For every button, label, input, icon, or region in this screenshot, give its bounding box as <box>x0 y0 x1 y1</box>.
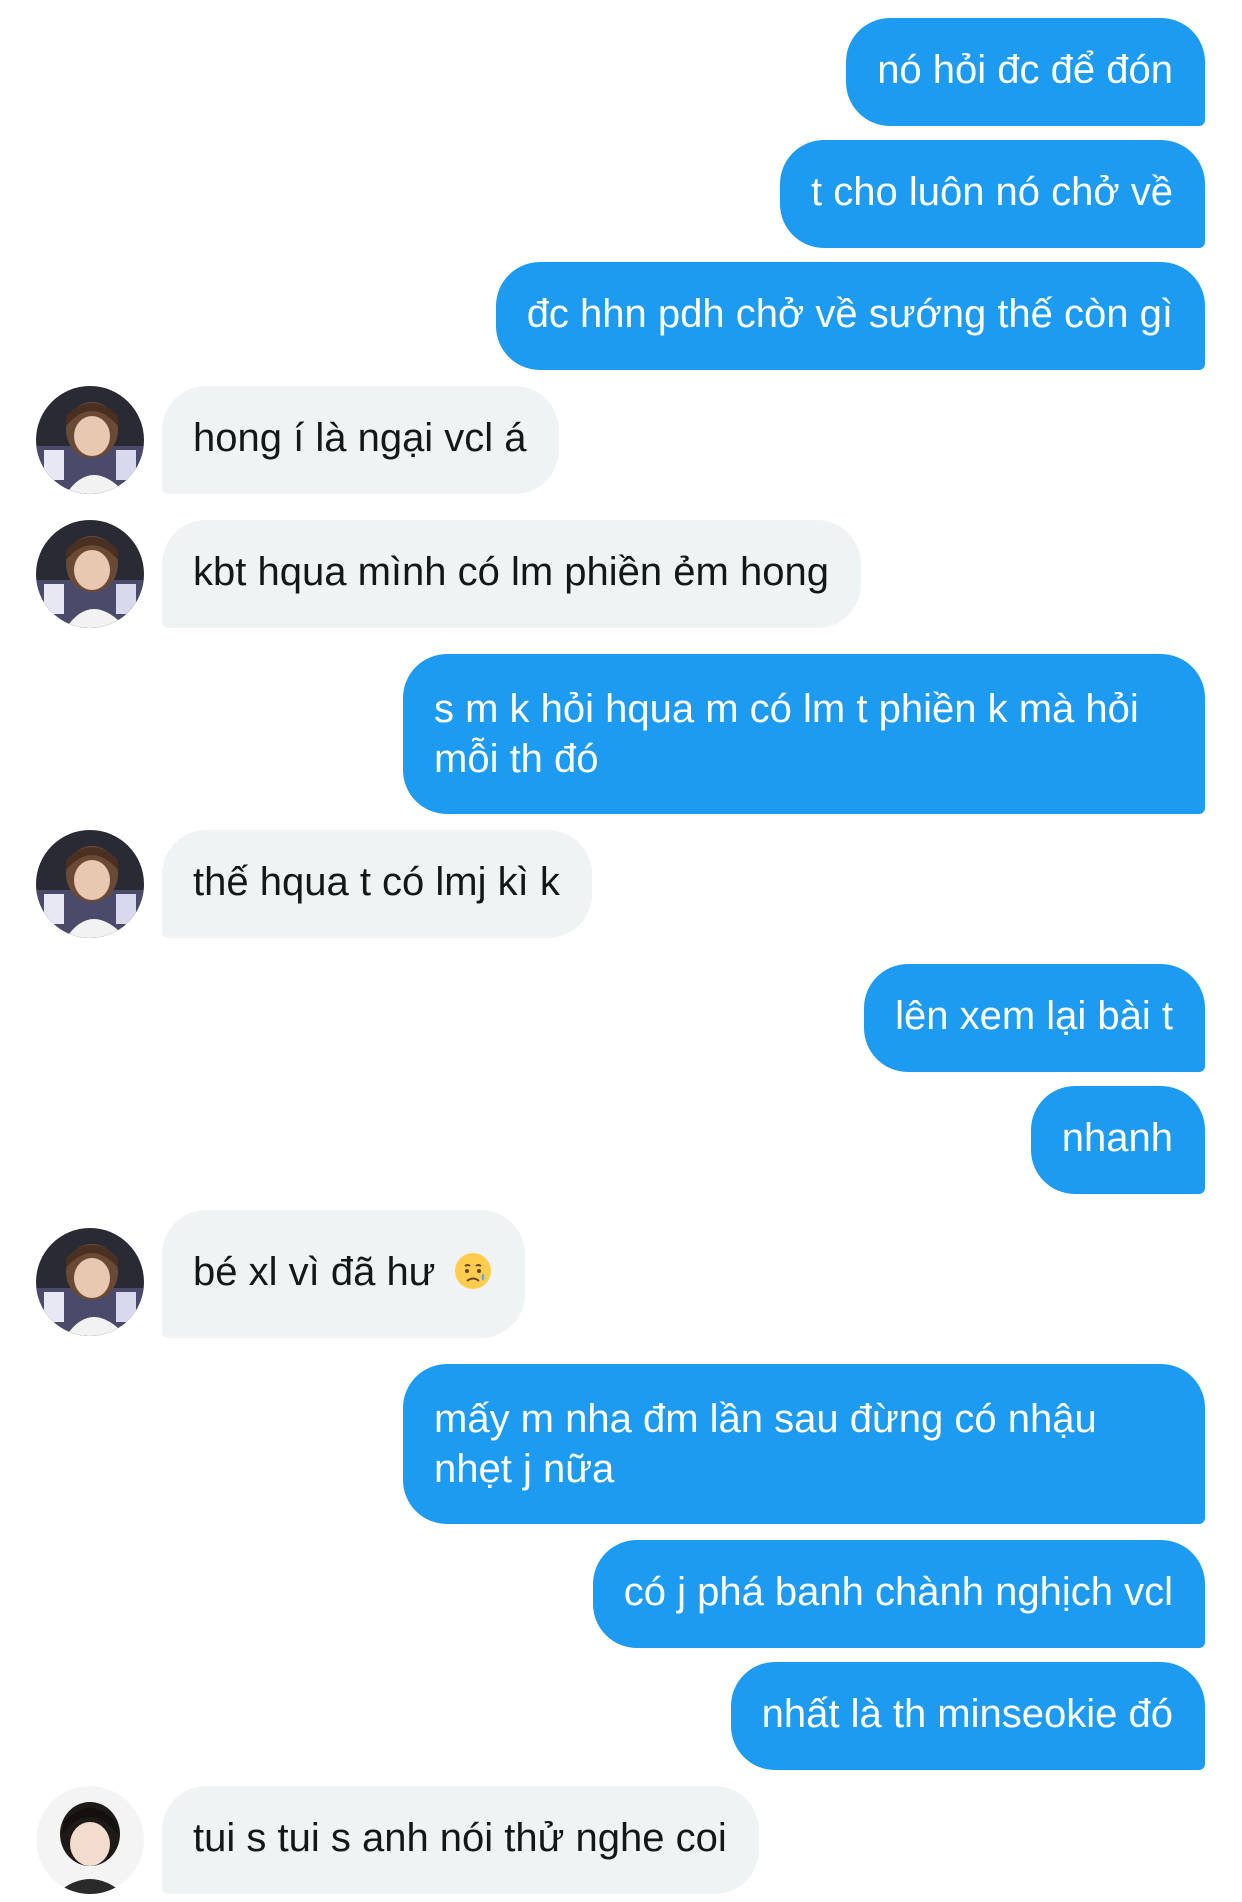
incoming-message[interactable]: tui s tui s anh nói thử nghe coi <box>162 1786 759 1894</box>
outgoing-message[interactable]: t cho luôn nó chở về <box>779 140 1205 248</box>
outgoing-message[interactable]: mấy m nha đm lần sau đừng có nhậu nhẹt j… <box>403 1364 1205 1524</box>
avatar[interactable] <box>36 1228 144 1336</box>
outgoing-message[interactable]: có j phá banh chành nghịch vcl <box>592 1540 1205 1648</box>
outgoing-message[interactable]: s m k hỏi hqua m có lm t phiền k mà hỏi … <box>403 654 1205 814</box>
outgoing-message[interactable]: nhanh <box>1030 1086 1205 1194</box>
avatar[interactable] <box>36 830 144 938</box>
incoming-message[interactable]: bé xl vì đã hư <box>162 1210 525 1338</box>
avatar[interactable] <box>36 520 144 628</box>
incoming-message[interactable]: hong í là ngại vcl á <box>162 386 559 494</box>
message-text: bé xl vì đã hư <box>193 1250 436 1294</box>
outgoing-message[interactable]: đc hhn pdh chở về sướng thế còn gì <box>495 262 1205 370</box>
outgoing-message[interactable]: lên xem lại bài t <box>864 964 1205 1072</box>
incoming-message[interactable]: thế hqua t có lmj kì k <box>162 830 592 938</box>
sad-relieved-face-emoji-icon <box>453 1251 493 1303</box>
avatar[interactable] <box>36 386 144 494</box>
incoming-message[interactable]: kbt hqua mình có lm phiền ẻm hong <box>162 520 861 628</box>
avatar[interactable] <box>36 1786 144 1894</box>
outgoing-message[interactable]: nhất là th minseokie đó <box>730 1662 1205 1770</box>
outgoing-message[interactable]: nó hỏi đc để đón <box>846 18 1205 126</box>
